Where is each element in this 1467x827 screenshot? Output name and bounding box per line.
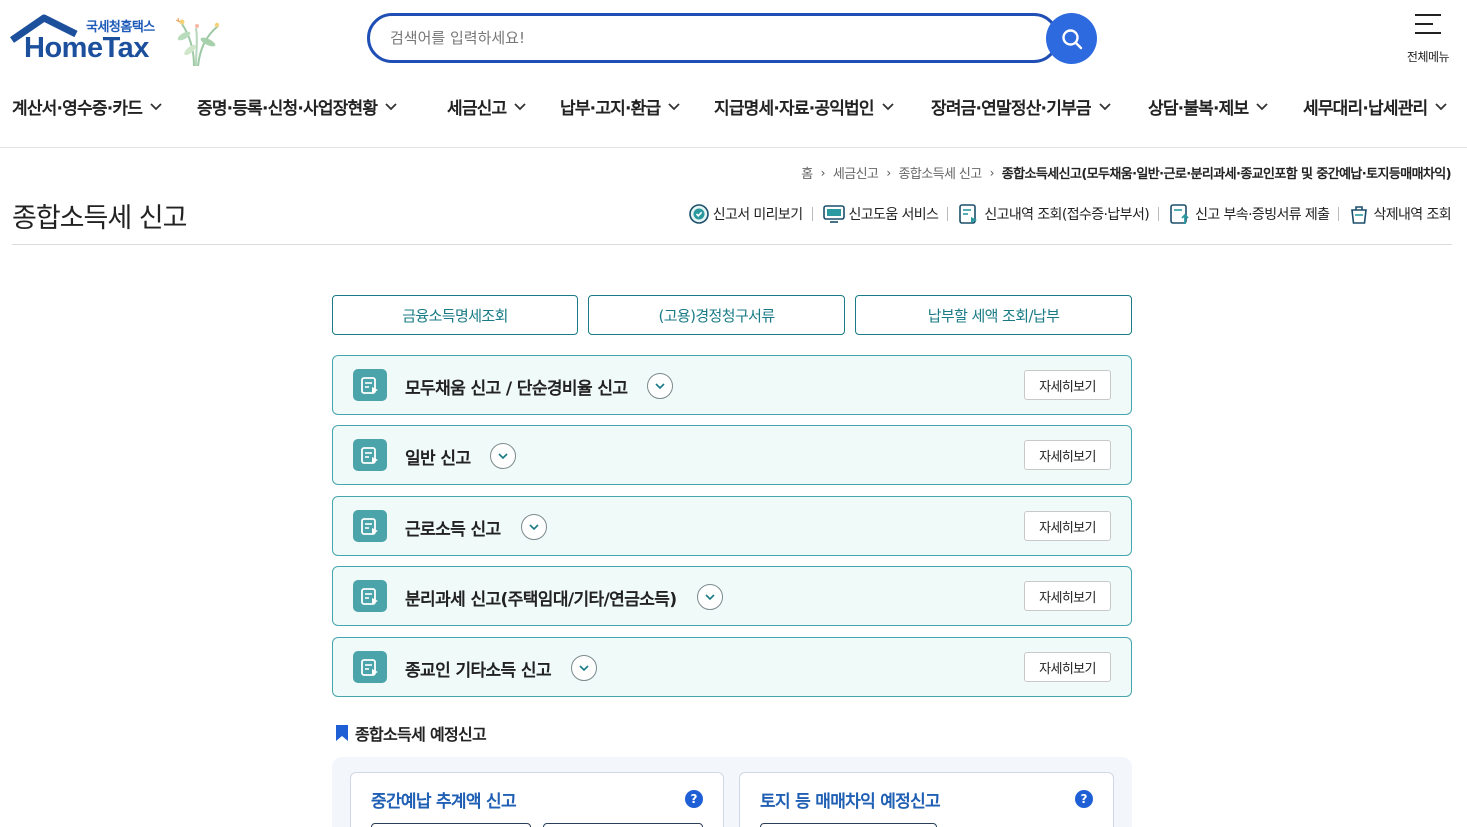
- check-circle-icon: [688, 204, 709, 224]
- details-button[interactable]: 자세히보기: [1024, 652, 1111, 682]
- card-title: 중간예납 추계액 신고: [371, 792, 517, 812]
- chevron-down-icon[interactable]: [696, 584, 723, 610]
- help-icon[interactable]: ?: [685, 790, 703, 808]
- quick-links: 신고서 미리보기 신고도움 서비스 신고내역 조회(접수증·납부서) 신고 부속…: [688, 202, 1452, 226]
- all-menu-button[interactable]: 전체메뉴: [1400, 14, 1456, 65]
- divider: [12, 244, 1452, 245]
- document-pen-icon: [353, 439, 387, 471]
- breadcrumb-current: 종합소득세신고(모두채움·일반·근로·분리과세·종교인포함 및 중간예납·토지등…: [1001, 167, 1452, 182]
- card-action-button[interactable]: [543, 823, 703, 827]
- quick-link-preview[interactable]: 신고서 미리보기: [688, 203, 803, 225]
- bookmark-icon: [336, 725, 348, 741]
- chevron-down-icon: [668, 102, 680, 110]
- breadcrumb-item[interactable]: 종합소득세 신고: [899, 163, 983, 182]
- accordion-item[interactable]: 근로소득 신고 자세히보기: [332, 496, 1132, 556]
- gnb-item-incentives[interactable]: 장려금·연말정산·기부금: [931, 94, 1111, 119]
- details-button[interactable]: 자세히보기: [1024, 581, 1111, 611]
- document-pen-icon: [353, 651, 387, 683]
- breadcrumb: 홈 › 세금신고 › 종합소득세 신고 › 종합소득세신고(모두채움·일반·근로…: [801, 163, 1452, 183]
- help-icon[interactable]: ?: [1075, 790, 1093, 808]
- accordion-item[interactable]: 분리과세 신고(주택임대/기타/연금소득) 자세히보기: [332, 566, 1132, 626]
- gnb-item-payment[interactable]: 납부·고지·환급: [560, 94, 680, 119]
- document-pen-icon: [353, 369, 387, 401]
- chevron-down-icon[interactable]: [571, 655, 597, 681]
- chevron-right-icon: ›: [989, 165, 995, 180]
- chevron-down-icon: [514, 102, 527, 110]
- chevron-down-icon: [1099, 102, 1111, 110]
- monitor-help-icon: [822, 205, 845, 223]
- chevron-down-icon[interactable]: [647, 373, 674, 399]
- interim-prepayment-card: 중간예납 추계액 신고 ?: [350, 772, 724, 827]
- gnb-item-tax-agent[interactable]: 세무대리·납세관리: [1303, 94, 1448, 119]
- page-title: 종합소득세 신고: [12, 203, 187, 234]
- accordion-title: 일반 신고: [405, 448, 471, 469]
- tax-payment-lookup-button[interactable]: 납부할 세액 조회/납부: [855, 295, 1132, 335]
- hamburger-icon: [1415, 14, 1441, 34]
- details-button[interactable]: 자세히보기: [1024, 440, 1111, 470]
- search-input[interactable]: [390, 27, 1030, 49]
- chevron-down-icon[interactable]: [520, 514, 547, 540]
- document-pen-icon: [353, 580, 387, 612]
- trash-icon: [1351, 206, 1368, 224]
- chevron-down-icon: [1435, 102, 1448, 110]
- all-menu-label: 전체메뉴: [1406, 50, 1450, 64]
- correction-claim-button[interactable]: (고용)경정청구서류: [588, 295, 845, 335]
- financial-income-lookup-button[interactable]: 금융소득명세조회: [332, 295, 578, 335]
- document-search-icon: [959, 204, 978, 224]
- gnb-item-statements[interactable]: 지급명세·자료·공익법인: [714, 94, 894, 119]
- quick-link-deleted-history[interactable]: 삭제내역 조회: [1348, 203, 1452, 225]
- section-heading: 종합소득세 예정신고: [335, 721, 487, 745]
- document-upload-icon: [1170, 204, 1189, 224]
- details-button[interactable]: 자세히보기: [1024, 511, 1111, 541]
- gnb-item-invoices[interactable]: 계산서·영수증·카드: [12, 94, 162, 119]
- card-title: 토지 등 매매차익 예정신고: [760, 792, 941, 812]
- card-action-button[interactable]: [371, 823, 531, 827]
- accordion-title: 모두채움 신고 / 단순경비율 신고: [405, 378, 628, 399]
- chevron-down-icon: [385, 102, 397, 110]
- chevron-down-icon: [150, 102, 162, 110]
- chevron-right-icon: ›: [820, 165, 826, 180]
- search-box: [367, 13, 1059, 63]
- accordion-item[interactable]: 모두채움 신고 / 단순경비율 신고 자세히보기: [332, 355, 1132, 415]
- breadcrumb-item[interactable]: 세금신고: [833, 163, 879, 182]
- accordion-title: 분리과세 신고(주택임대/기타/연금소득): [405, 589, 677, 610]
- accordion-title: 종교인 기타소득 신고: [405, 660, 552, 681]
- gnb-item-tax-filing[interactable]: 세금신고: [447, 94, 527, 119]
- quick-link-submit-documents[interactable]: 신고 부속·증빙서류 제출: [1168, 202, 1330, 226]
- search-icon: [1061, 28, 1082, 49]
- site-header: 국세청홈택스 HomeTax 전체메뉴 계: [0, 0, 1467, 148]
- chevron-right-icon: ›: [886, 165, 891, 180]
- accordion-title: 근로소득 신고: [405, 519, 501, 540]
- plant-illustration-icon: [175, 17, 220, 67]
- document-pen-icon: [353, 510, 387, 542]
- details-button[interactable]: 자세히보기: [1024, 370, 1111, 400]
- hometax-logo[interactable]: 국세청홈택스 HomeTax: [10, 12, 225, 68]
- top-button-group: 금융소득명세조회 (고용)경정청구서류 납부할 세액 조회/납부: [332, 295, 1132, 335]
- quick-link-help-service[interactable]: 신고도움 서비스: [822, 203, 939, 225]
- global-navigation: 계산서·영수증·카드 증명·등록·신청·사업장현황 세금신고 납부·고지·환급 …: [0, 94, 1467, 122]
- gnb-item-certificates[interactable]: 증명·등록·신청·사업장현황: [197, 94, 397, 119]
- search-button[interactable]: [1046, 13, 1097, 64]
- accordion-item[interactable]: 일반 신고 자세히보기: [332, 425, 1132, 485]
- logo-wordmark: HomeTax: [24, 32, 149, 64]
- breadcrumb-home[interactable]: 홈: [801, 163, 813, 182]
- accordion-item[interactable]: 종교인 기타소득 신고 자세히보기: [332, 637, 1132, 697]
- land-sale-profit-card: 토지 등 매매차익 예정신고 ?: [739, 772, 1114, 827]
- chevron-down-icon: [1256, 102, 1268, 110]
- gnb-item-consultation[interactable]: 상담·불복·제보: [1148, 94, 1268, 119]
- quick-link-history[interactable]: 신고내역 조회(접수증·납부서): [957, 202, 1150, 226]
- card-action-button[interactable]: [760, 823, 937, 827]
- chevron-down-icon: [882, 102, 894, 110]
- chevron-down-icon[interactable]: [490, 443, 517, 469]
